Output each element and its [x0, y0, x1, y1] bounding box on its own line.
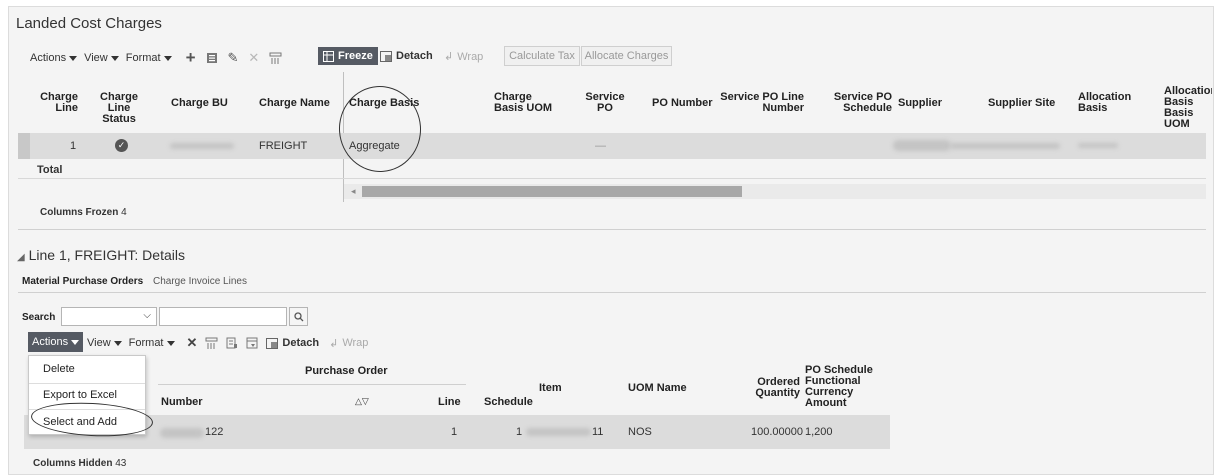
search-label: Search — [22, 312, 56, 323]
redacted-allocation-basis — [1078, 143, 1118, 148]
col-allocation-basis-uom[interactable]: Allocation Basis Basis UOM — [1164, 86, 1212, 130]
group-divider — [158, 384, 466, 385]
format-menu[interactable]: Format — [129, 337, 175, 349]
allocate-charges-button[interactable]: Allocate Charges — [581, 46, 672, 66]
redacted-po-number — [160, 428, 204, 438]
col-supplier[interactable]: Supplier — [898, 98, 942, 109]
close-icon[interactable]: ✕ — [187, 335, 198, 351]
col-allocation-basis[interactable]: Allocation Basis — [1078, 92, 1144, 114]
tab-material-purchase-orders[interactable]: Material Purchase Orders — [22, 276, 143, 287]
chevron-down-icon — [71, 339, 80, 345]
col-po-number[interactable]: PO Number — [652, 98, 713, 109]
col-uom-name[interactable]: UOM Name — [628, 383, 687, 394]
search-field-select[interactable]: ⌵ — [61, 307, 157, 326]
chevron-down-icon — [69, 55, 78, 61]
col-number[interactable]: Number — [161, 397, 203, 408]
wrap-icon: ↲ — [329, 337, 339, 350]
detach-button[interactable]: Detach — [380, 50, 433, 62]
col-ordered-quantity[interactable]: Ordered Quantity — [752, 377, 800, 399]
col-group-purchase-order: Purchase Order — [305, 365, 388, 377]
actions-menu[interactable]: Actions — [30, 52, 78, 64]
col-item[interactable]: Item — [539, 383, 562, 394]
divider — [18, 178, 1206, 179]
search-button[interactable] — [289, 307, 308, 326]
redacted-supplier-site — [950, 143, 1060, 149]
total-label: Total — [37, 164, 63, 176]
columns-frozen: Columns Frozen 4 — [40, 207, 127, 218]
col-schedule[interactable]: Schedule — [484, 397, 533, 408]
chevron-down-icon — [166, 340, 175, 346]
service-po-cell: — — [595, 140, 606, 152]
sort-icon[interactable]: △▽ — [355, 396, 369, 407]
freeze-button[interactable]: Freeze — [318, 47, 378, 65]
detach-icon — [266, 337, 279, 349]
chevron-down-icon — [113, 340, 122, 346]
query-by-example-icon[interactable] — [205, 337, 218, 350]
uom-cell: NOS — [628, 426, 652, 438]
redacted-supplier — [893, 140, 951, 151]
detach-icon — [380, 50, 392, 62]
edit-table-icon[interactable] — [206, 52, 218, 64]
col-service-po-schedule[interactable]: Service PO Schedule — [822, 92, 892, 114]
section-divider — [18, 229, 1206, 230]
redacted-charge-bu — [170, 143, 234, 149]
wrap-icon: ↲ — [444, 51, 454, 63]
search-icon — [293, 311, 303, 321]
menu-item-delete[interactable]: Delete — [29, 358, 145, 380]
format-menu[interactable]: Format — [126, 52, 172, 64]
scroll-left-icon[interactable]: ◂ — [351, 186, 356, 197]
charge-line-cell: 1 — [70, 140, 77, 152]
chevron-down-icon — [163, 55, 172, 61]
col-line[interactable]: Line — [438, 397, 461, 408]
col-supplier-site[interactable]: Supplier Site — [988, 98, 1055, 109]
redacted-item — [526, 428, 591, 436]
search-input[interactable] — [159, 307, 287, 326]
row-header[interactable] — [18, 133, 30, 159]
wrap-button[interactable]: ↲ Wrap — [329, 337, 368, 350]
add-icon[interactable]: + — [186, 48, 196, 68]
check-circle-icon: ✓ — [115, 139, 128, 152]
tab-charge-invoice-lines[interactable]: Charge Invoice Lines — [153, 276, 247, 287]
collapse-triangle-icon[interactable]: ◢ — [17, 252, 25, 263]
columns-hidden: Columns Hidden 43 — [33, 458, 127, 469]
query-by-example-icon[interactable] — [269, 52, 282, 65]
landed-cost-title: Landed Cost Charges — [16, 15, 162, 32]
col-charge-basis-uom[interactable]: Charge Basis UOM — [494, 92, 564, 114]
col-charge-line[interactable]: Charge Line — [38, 92, 78, 114]
landed-toolbar: Actions View Format + ✎ ✕ — [30, 48, 282, 68]
col-charge-bu[interactable]: Charge BU — [171, 98, 228, 109]
col-charge-name[interactable]: Charge Name — [259, 98, 330, 109]
view-menu[interactable]: View — [84, 52, 119, 64]
detach-button[interactable]: Detach — [266, 337, 319, 349]
details-header[interactable]: ◢ Line 1, FREIGHT: Details — [17, 247, 185, 263]
close-icon[interactable]: ✕ — [248, 50, 259, 66]
filter-icon[interactable] — [246, 337, 258, 349]
freeze-icon — [323, 50, 334, 62]
col-service-po-line-number[interactable]: Service PO Line Number — [718, 92, 804, 114]
pencil-icon[interactable]: ✎ — [228, 50, 239, 66]
wrap-button[interactable]: ↲ Wrap — [444, 50, 483, 64]
tab-divider — [18, 292, 1206, 293]
export-icon[interactable] — [226, 337, 238, 349]
charge-name-cell: FREIGHT — [259, 140, 308, 152]
line-cell: 1 — [451, 426, 458, 438]
po-number-cell: 122 — [205, 426, 224, 438]
view-menu[interactable]: View — [87, 337, 122, 349]
scrollbar-thumb[interactable] — [362, 186, 742, 197]
col-charge-line-status[interactable]: Charge Line Status — [90, 92, 148, 125]
actions-menu-open[interactable]: Actions — [28, 332, 84, 352]
amount-cell: 1,200 — [805, 426, 833, 438]
chevron-down-icon — [110, 55, 119, 61]
schedule-cell: 1 — [516, 426, 523, 438]
col-service-po[interactable]: Service PO — [584, 92, 626, 114]
col-po-schedule-amount[interactable]: PO Schedule Functional Currency Amount — [805, 365, 877, 409]
chevron-down-icon: ⌵ — [143, 310, 151, 321]
item-cell: 11 — [592, 426, 604, 438]
calculate-tax-button[interactable]: Calculate Tax — [504, 46, 580, 66]
ordered-quantity-cell: 100.00000 — [751, 426, 803, 438]
details-toolbar: View Format ✕ Detach ↲ Wrap — [87, 335, 368, 351]
